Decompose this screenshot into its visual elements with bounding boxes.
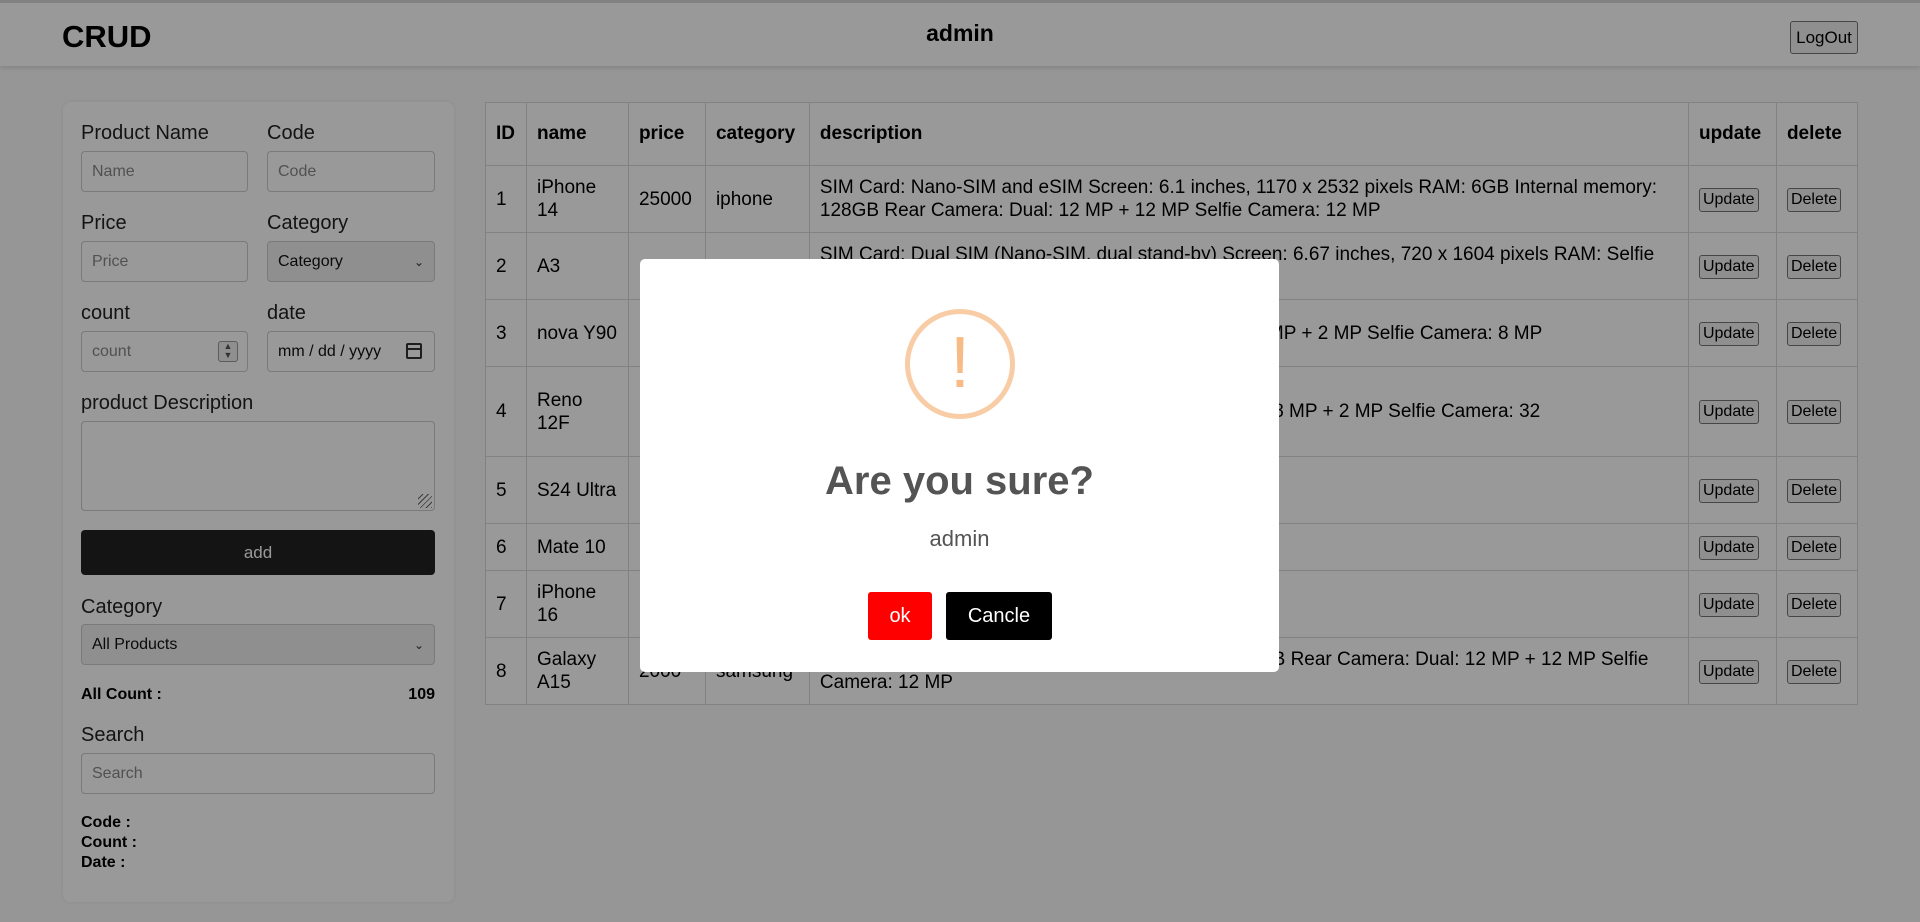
warning-icon: ! — [905, 309, 1015, 419]
cancel-button[interactable]: Cancle — [946, 592, 1052, 640]
dialog-title: Are you sure? — [825, 459, 1094, 503]
dialog-text: admin — [929, 526, 990, 551]
confirm-dialog: ! Are you sure? admin ok Cancle — [640, 259, 1279, 672]
ok-button[interactable]: ok — [868, 592, 932, 640]
